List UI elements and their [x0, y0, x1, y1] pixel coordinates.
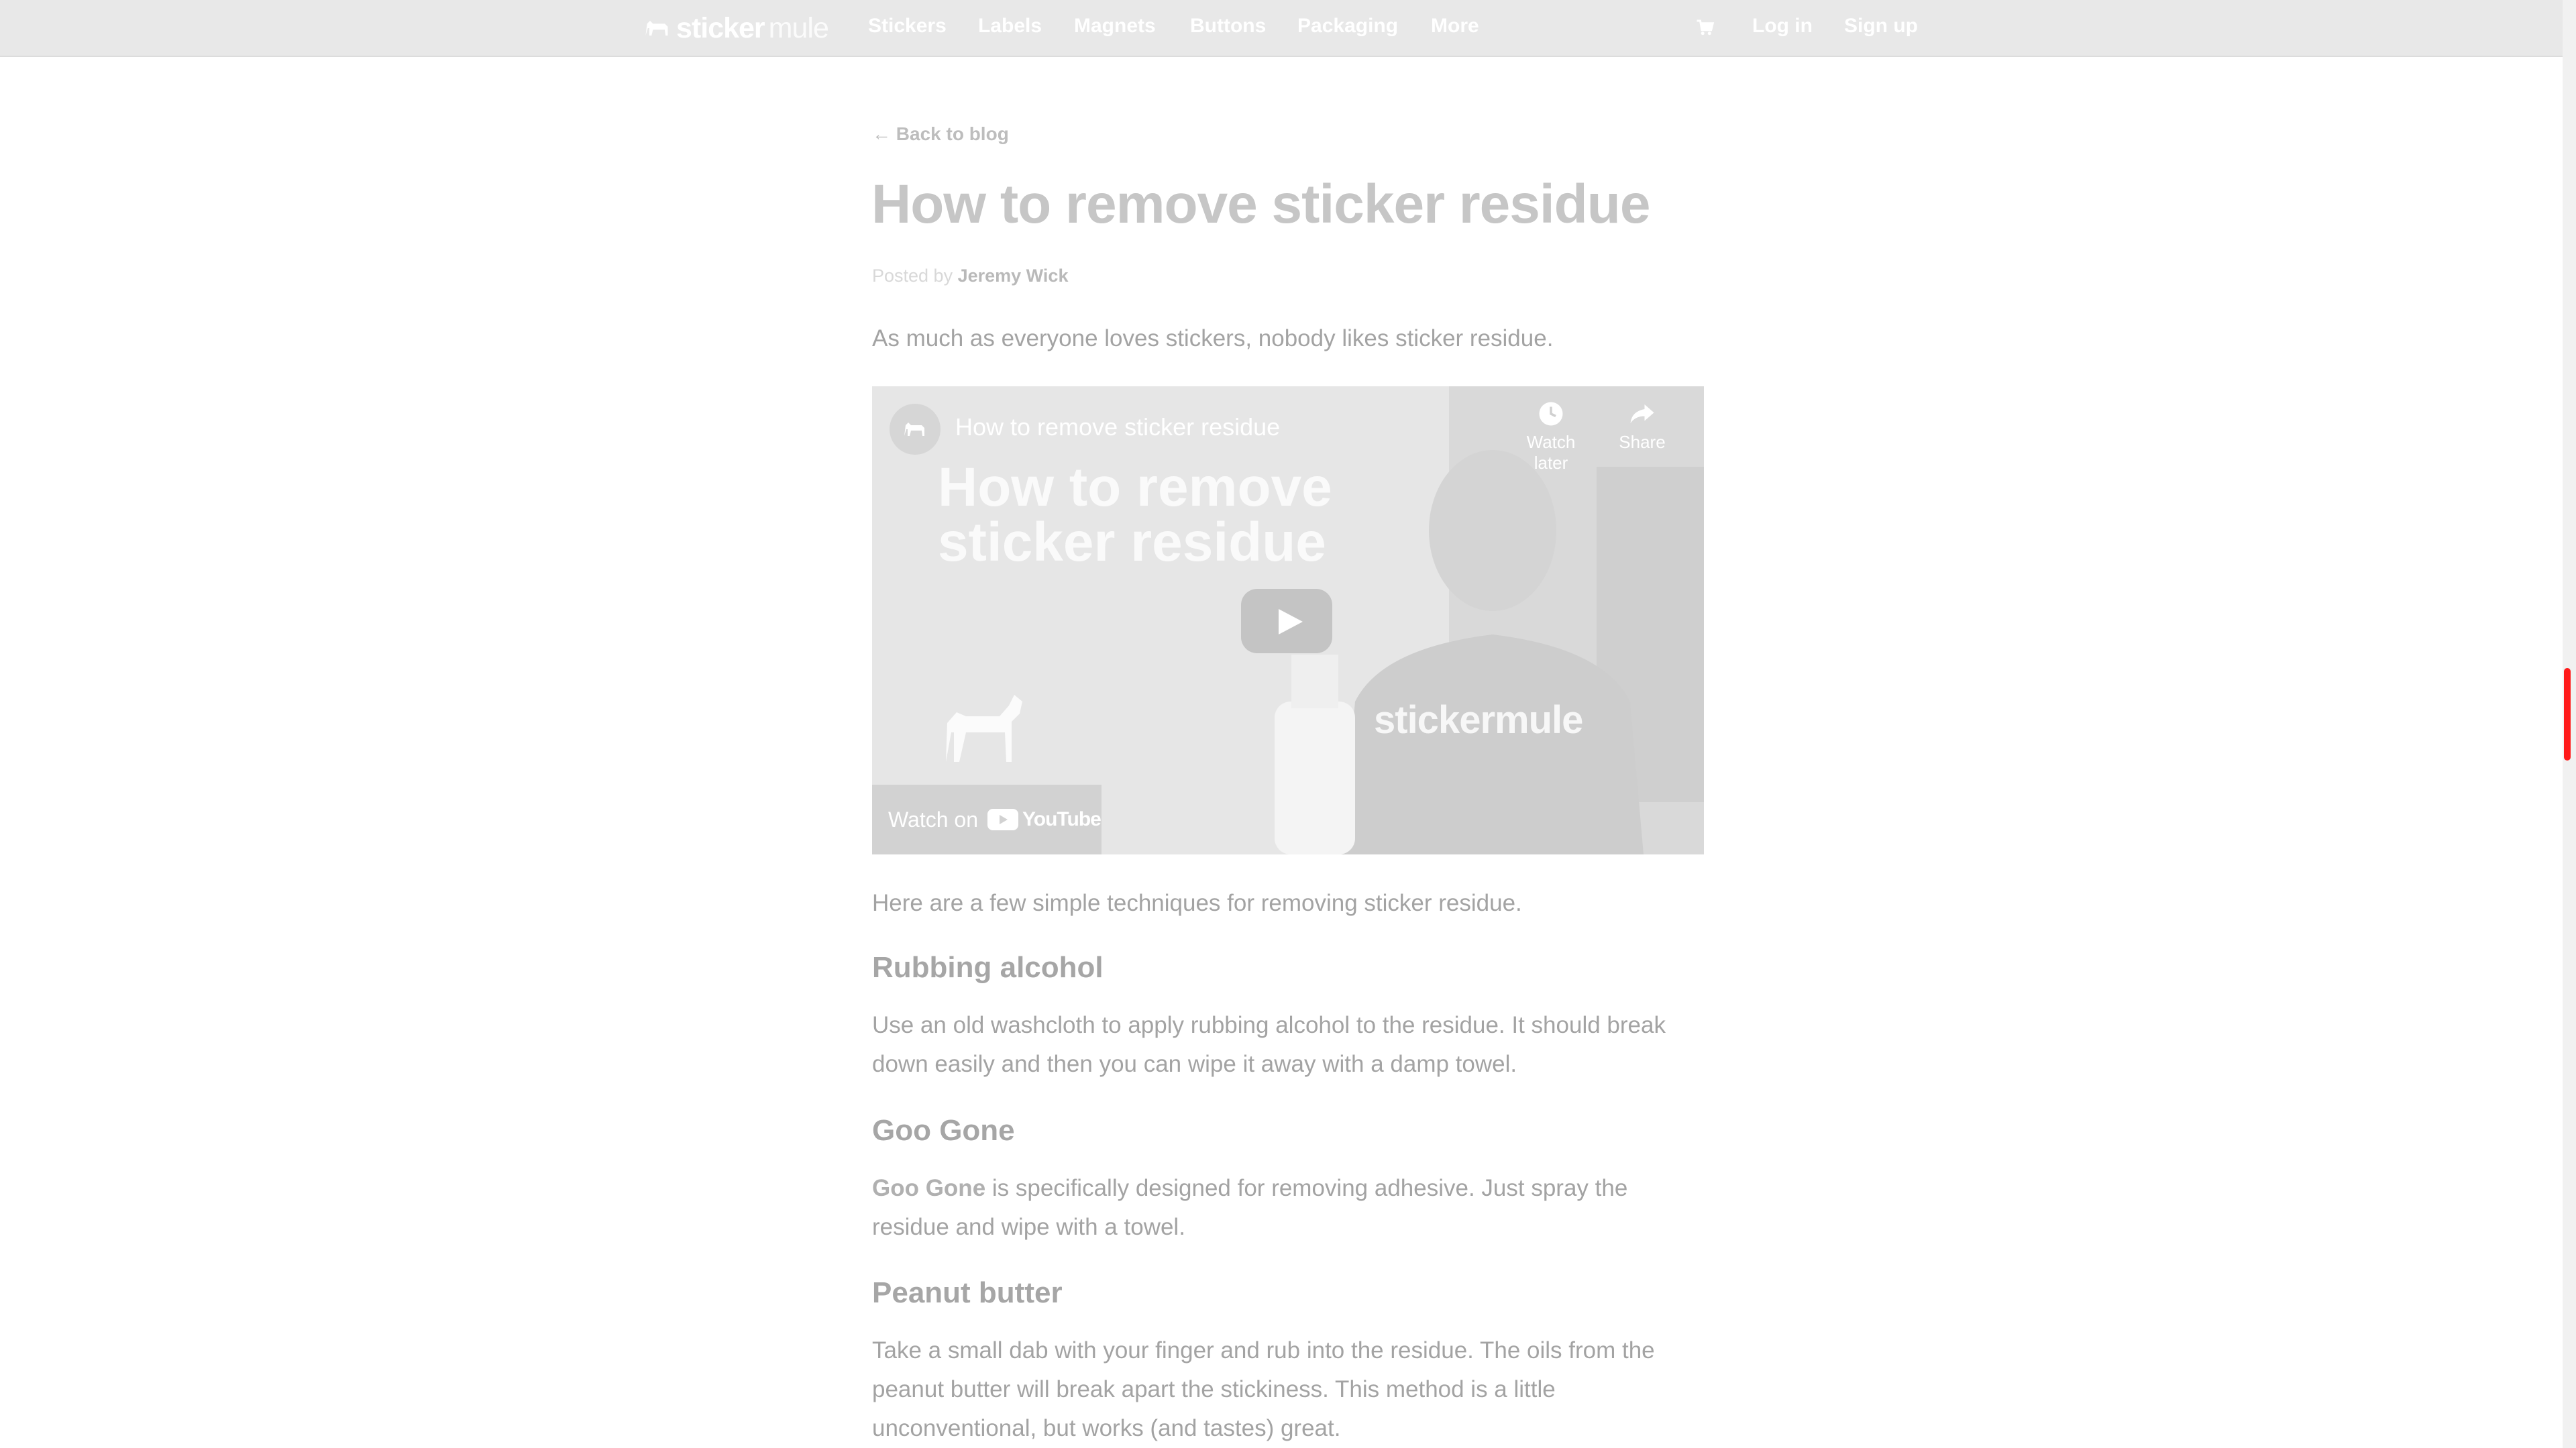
nav-buttons[interactable]: Buttons: [1190, 15, 1266, 38]
page-title: How to remove sticker residue: [871, 174, 1650, 235]
back-to-blog-link[interactable]: ← Back to blog: [872, 123, 1009, 145]
youtube-play-icon: [987, 809, 1018, 830]
share-button[interactable]: Share: [1602, 400, 1682, 453]
section-heading-goo-gone: Goo Gone: [872, 1114, 1015, 1147]
thumbnail-headline: How to remove sticker residue: [938, 457, 1332, 573]
watch-later-label: Watch later: [1526, 432, 1576, 473]
mule-avatar-icon: [904, 423, 924, 436]
watch-on-label: Watch on: [888, 807, 978, 832]
stickermule-logo[interactable]: sticker mule: [643, 9, 829, 47]
intro-paragraph: As much as everyone loves stickers, nobo…: [872, 325, 1554, 351]
nav-more[interactable]: More: [1431, 15, 1479, 38]
nav-magnets[interactable]: Magnets: [1074, 15, 1156, 38]
login-link[interactable]: Log in: [1752, 15, 1813, 38]
nav-labels[interactable]: Labels: [978, 15, 1042, 38]
share-icon: [1630, 404, 1654, 423]
youtube-wordmark: YouTube: [1022, 808, 1102, 830]
watch-on-youtube-button[interactable]: Watch on YouTube: [872, 785, 1102, 854]
signup-link[interactable]: Sign up: [1844, 15, 1918, 38]
byline-prefix: Posted by: [872, 266, 953, 286]
author-link[interactable]: Jeremy Wick: [958, 266, 1069, 286]
goo-gone-link[interactable]: Goo Gone: [872, 1175, 985, 1201]
share-label: Share: [1619, 432, 1666, 452]
play-button[interactable]: [1241, 589, 1332, 653]
nav-stickers[interactable]: Stickers: [868, 15, 947, 38]
section-heading-peanut-butter: Peanut butter: [872, 1276, 1063, 1309]
channel-avatar[interactable]: [890, 404, 941, 455]
section-heading-rubbing-alcohol: Rubbing alcohol: [872, 951, 1104, 984]
logo-text-bold: sticker: [676, 11, 765, 44]
section-body-rubbing-alcohol: Use an old washcloth to apply rubbing al…: [872, 1012, 1666, 1077]
youtube-logo: YouTube: [987, 808, 1102, 831]
mule-logo-icon: [645, 21, 668, 36]
play-icon: [1279, 609, 1303, 634]
top-navigation: sticker mule Stickers Labels Magnets Butt…: [0, 0, 2576, 57]
after-video-paragraph: Here are a few simple techniques for rem…: [872, 890, 1522, 916]
thumbnail-brand: stickermule: [1374, 698, 1583, 742]
byline: Posted by Jeremy Wick: [872, 266, 1068, 286]
scrollbar-thumb[interactable]: [2564, 668, 2571, 761]
nav-packaging[interactable]: Packaging: [1297, 15, 1398, 38]
watch-later-button[interactable]: Watch later: [1511, 400, 1591, 474]
clock-icon: [1539, 402, 1563, 426]
goo-gone-text: is specifically designed for removing ad…: [872, 1175, 1628, 1240]
section-body-goo-gone: Goo Gone is specifically designed for re…: [872, 1169, 1711, 1247]
video-title[interactable]: How to remove sticker residue: [955, 413, 1280, 441]
section-body-peanut-butter: Take a small dab with your finger and ru…: [872, 1337, 1655, 1441]
logo-text-light: mule: [768, 11, 829, 44]
youtube-embed[interactable]: How to remove sticker residue Watch late…: [872, 386, 1704, 854]
cart-icon[interactable]: [1695, 17, 1715, 38]
